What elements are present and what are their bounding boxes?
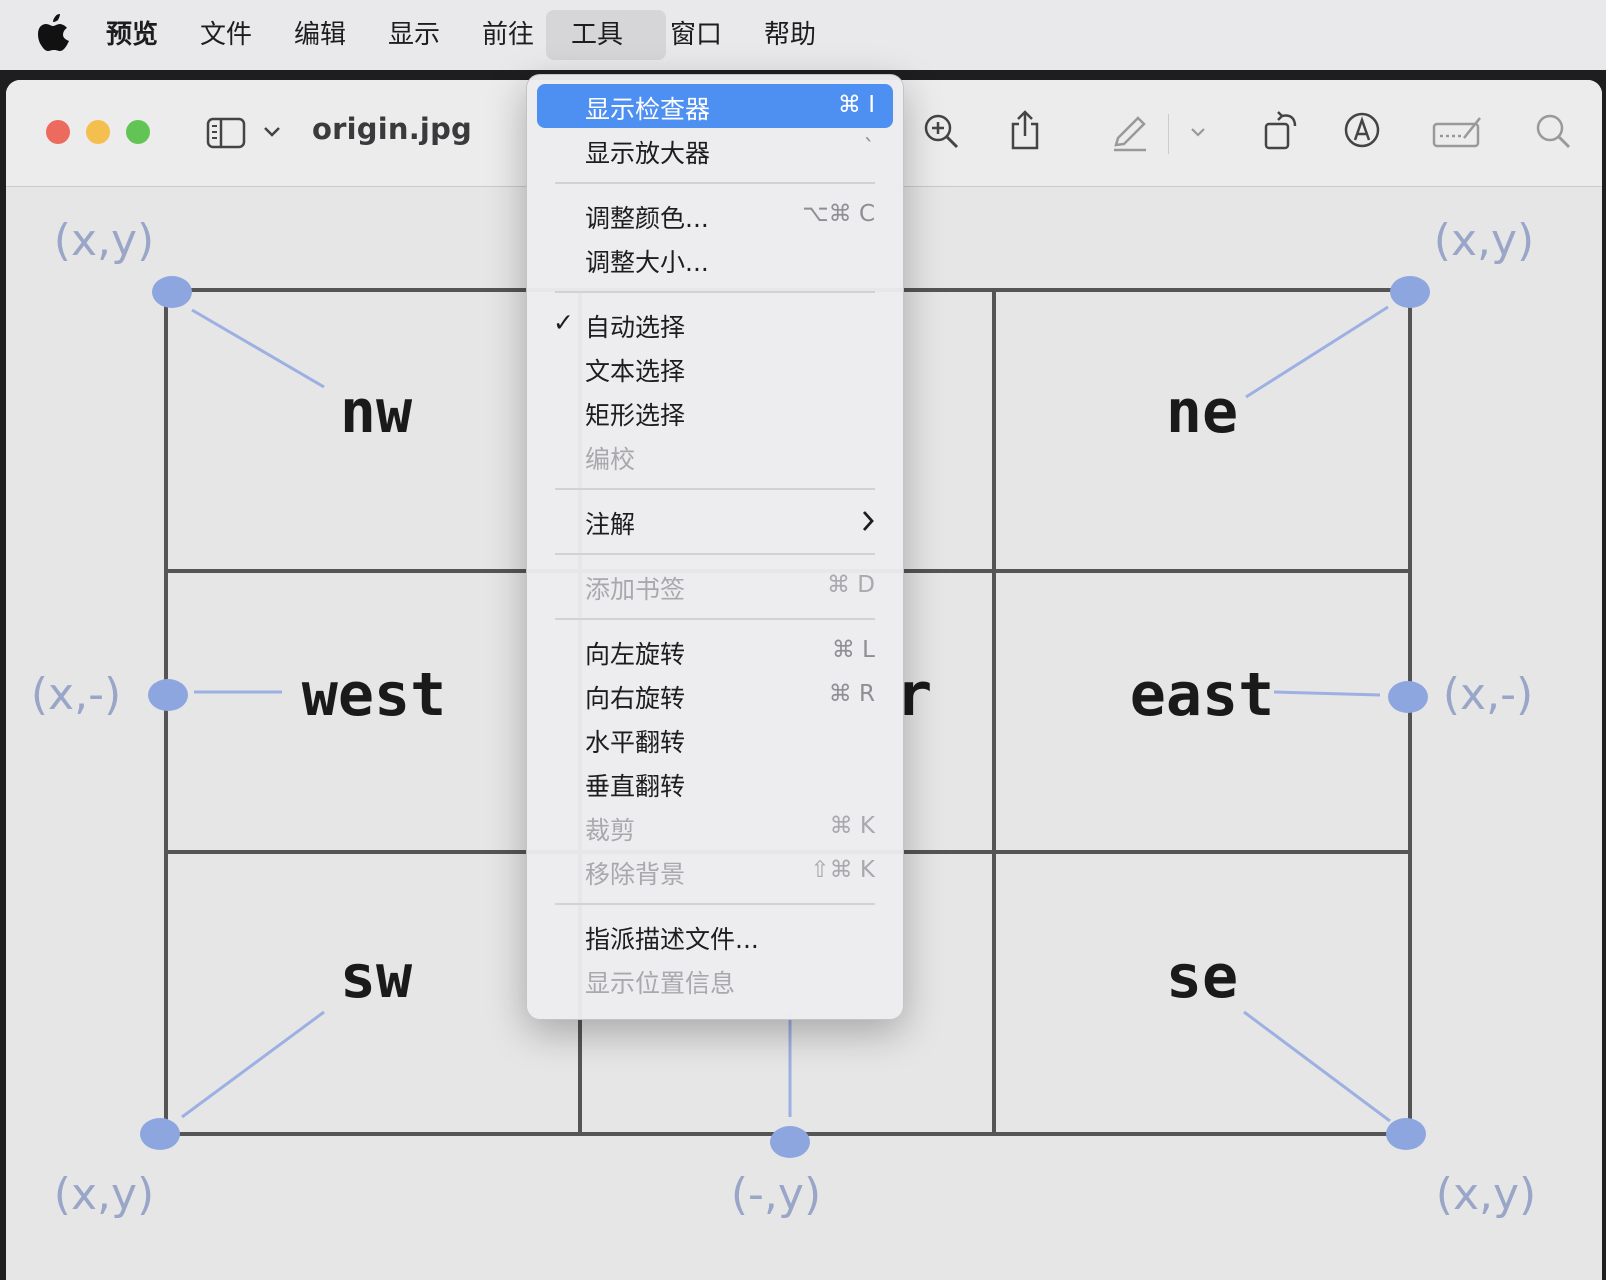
toolbar-divider bbox=[1168, 114, 1169, 154]
menu-go[interactable]: 前往 bbox=[460, 10, 556, 60]
coord-bottom-left: (x,y) bbox=[54, 1169, 154, 1220]
menu-separator bbox=[555, 618, 875, 620]
menu-item-auto-select[interactable]: ✓ 自动选择 bbox=[537, 302, 893, 346]
menu-separator bbox=[555, 291, 875, 293]
menu-item-flip-horizontal[interactable]: 水平翻转 bbox=[537, 717, 893, 761]
menu-window[interactable]: 窗口 bbox=[648, 10, 744, 60]
menu-item-crop: 裁剪 ⌘ K bbox=[585, 813, 875, 845]
handle-west bbox=[148, 679, 188, 711]
menu-edit[interactable]: 编辑 bbox=[272, 10, 368, 60]
chevron-down-icon[interactable] bbox=[262, 124, 282, 140]
signature-icon[interactable] bbox=[1432, 112, 1484, 152]
label-sw: sw bbox=[340, 942, 413, 1012]
menu-separator bbox=[555, 488, 875, 490]
menu-item-show-location-info: 显示位置信息 bbox=[585, 969, 736, 998]
menu-file[interactable]: 文件 bbox=[178, 10, 274, 60]
menu-view[interactable]: 显示 bbox=[366, 10, 462, 60]
label-west: west bbox=[302, 660, 447, 730]
apple-logo-icon[interactable] bbox=[36, 14, 70, 54]
menu-item-remove-background: 移除背景 ⇧⌘ K bbox=[585, 857, 875, 889]
share-icon[interactable] bbox=[1008, 108, 1042, 152]
checkmark-icon: ✓ bbox=[553, 308, 574, 337]
chevron-down-icon[interactable] bbox=[1188, 126, 1208, 140]
search-icon[interactable] bbox=[1534, 112, 1572, 152]
menu-item-adjust-color[interactable]: 调整颜色... ⌥⌘ C bbox=[537, 193, 893, 237]
handle-ne bbox=[1390, 276, 1430, 308]
handle-sw bbox=[140, 1118, 180, 1150]
menu-separator bbox=[555, 553, 875, 555]
rotate-icon[interactable] bbox=[1262, 108, 1300, 152]
menu-item-flip-vertical[interactable]: 垂直翻转 bbox=[537, 761, 893, 805]
markup-icon[interactable] bbox=[1342, 110, 1382, 150]
coord-mid-right: (x,-) bbox=[1443, 669, 1533, 720]
coord-top-right: (x,y) bbox=[1434, 215, 1534, 266]
handle-south bbox=[770, 1126, 810, 1158]
tools-dropdown-menu: 显示检查器 ⌘ I 显示放大器 ` 调整颜色... ⌥⌘ C 调整大小... ✓ 自动… bbox=[526, 74, 904, 1020]
maximize-window-button[interactable] bbox=[126, 120, 150, 144]
sidebar-icon[interactable] bbox=[206, 116, 246, 150]
coord-top-left: (x,y) bbox=[54, 215, 154, 266]
menu-help[interactable]: 帮助 bbox=[742, 10, 838, 60]
label-east: east bbox=[1130, 660, 1275, 730]
coord-bottom-right: (x,y) bbox=[1436, 1169, 1536, 1220]
menu-item-redact: 编校 bbox=[585, 445, 636, 474]
menu-item-show-inspector[interactable]: 显示检查器 ⌘ I bbox=[537, 84, 893, 128]
menu-item-annotate[interactable]: 注解 bbox=[537, 499, 893, 543]
menu-item-add-bookmark: 添加书签 ⌘ D bbox=[585, 572, 875, 604]
menu-item-show-magnifier[interactable]: 显示放大器 ` bbox=[537, 128, 893, 172]
close-window-button[interactable] bbox=[46, 120, 70, 144]
menu-separator bbox=[555, 182, 875, 184]
menu-item-assign-profile[interactable]: 指派描述文件... bbox=[537, 914, 893, 958]
menu-preview[interactable]: 预览 bbox=[84, 10, 180, 60]
label-ne: ne bbox=[1166, 377, 1238, 447]
handle-east bbox=[1388, 681, 1428, 713]
menu-bar: 预览 文件 编辑 显示 前往 工具 窗口 帮助 bbox=[0, 0, 1606, 70]
coord-bottom-center: (-,y) bbox=[731, 1169, 821, 1220]
window-title: origin.jpg bbox=[312, 112, 472, 146]
menu-separator bbox=[555, 903, 875, 905]
highlight-pen-icon[interactable] bbox=[1110, 110, 1150, 152]
handle-se bbox=[1386, 1118, 1426, 1150]
menu-item-text-select[interactable]: 文本选择 bbox=[537, 346, 893, 390]
menu-item-rotate-left[interactable]: 向左旋转 ⌘ L bbox=[537, 629, 893, 673]
chevron-right-icon bbox=[862, 511, 874, 531]
coord-mid-left: (x,-) bbox=[31, 669, 121, 720]
handle-nw bbox=[152, 276, 192, 308]
menu-item-rotate-right[interactable]: 向右旋转 ⌘ R bbox=[537, 673, 893, 717]
label-nw: nw bbox=[340, 377, 413, 447]
label-se: se bbox=[1166, 942, 1238, 1012]
minimize-window-button[interactable] bbox=[86, 120, 110, 144]
menu-item-rect-select[interactable]: 矩形选择 bbox=[537, 390, 893, 434]
zoom-in-icon[interactable] bbox=[922, 112, 960, 152]
menu-item-adjust-size[interactable]: 调整大小... bbox=[537, 237, 893, 281]
